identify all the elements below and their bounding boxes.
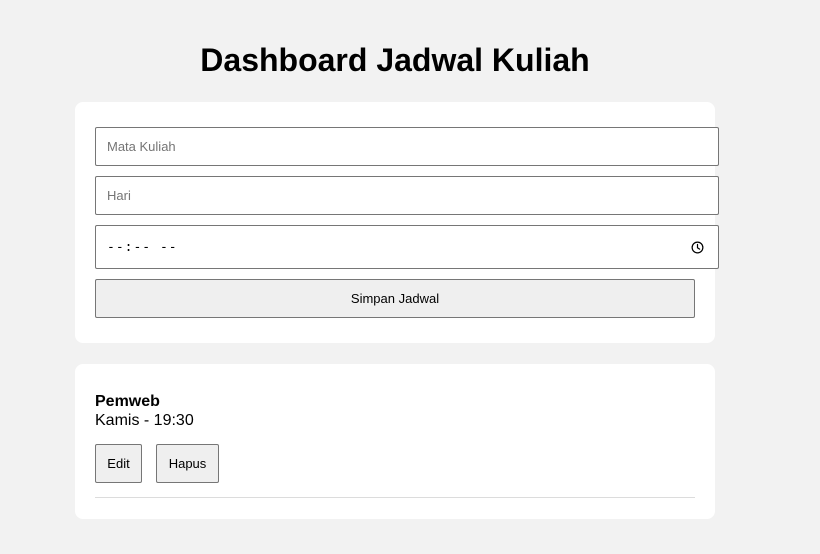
schedule-item-detail: Kamis - 19:30 — [95, 412, 194, 429]
divider — [95, 497, 695, 498]
schedule-item-title: Pemweb — [95, 393, 160, 410]
time-input[interactable]: --:-- -- — [95, 225, 719, 269]
delete-button[interactable]: Hapus — [156, 444, 219, 483]
time-input-value: --:-- -- — [107, 239, 178, 255]
schedule-list-card: Pemweb Kamis - 19:30 Edit Hapus — [75, 364, 715, 519]
clock-icon[interactable] — [691, 241, 704, 254]
save-schedule-button[interactable]: Simpan Jadwal — [95, 279, 695, 318]
hari-input[interactable] — [95, 176, 719, 215]
edit-button[interactable]: Edit — [95, 444, 142, 483]
schedule-form-card: --:-- -- Simpan Jadwal — [75, 102, 719, 343]
mata-kuliah-input[interactable] — [95, 127, 719, 166]
page-title: Dashboard Jadwal Kuliah — [200, 42, 590, 78]
